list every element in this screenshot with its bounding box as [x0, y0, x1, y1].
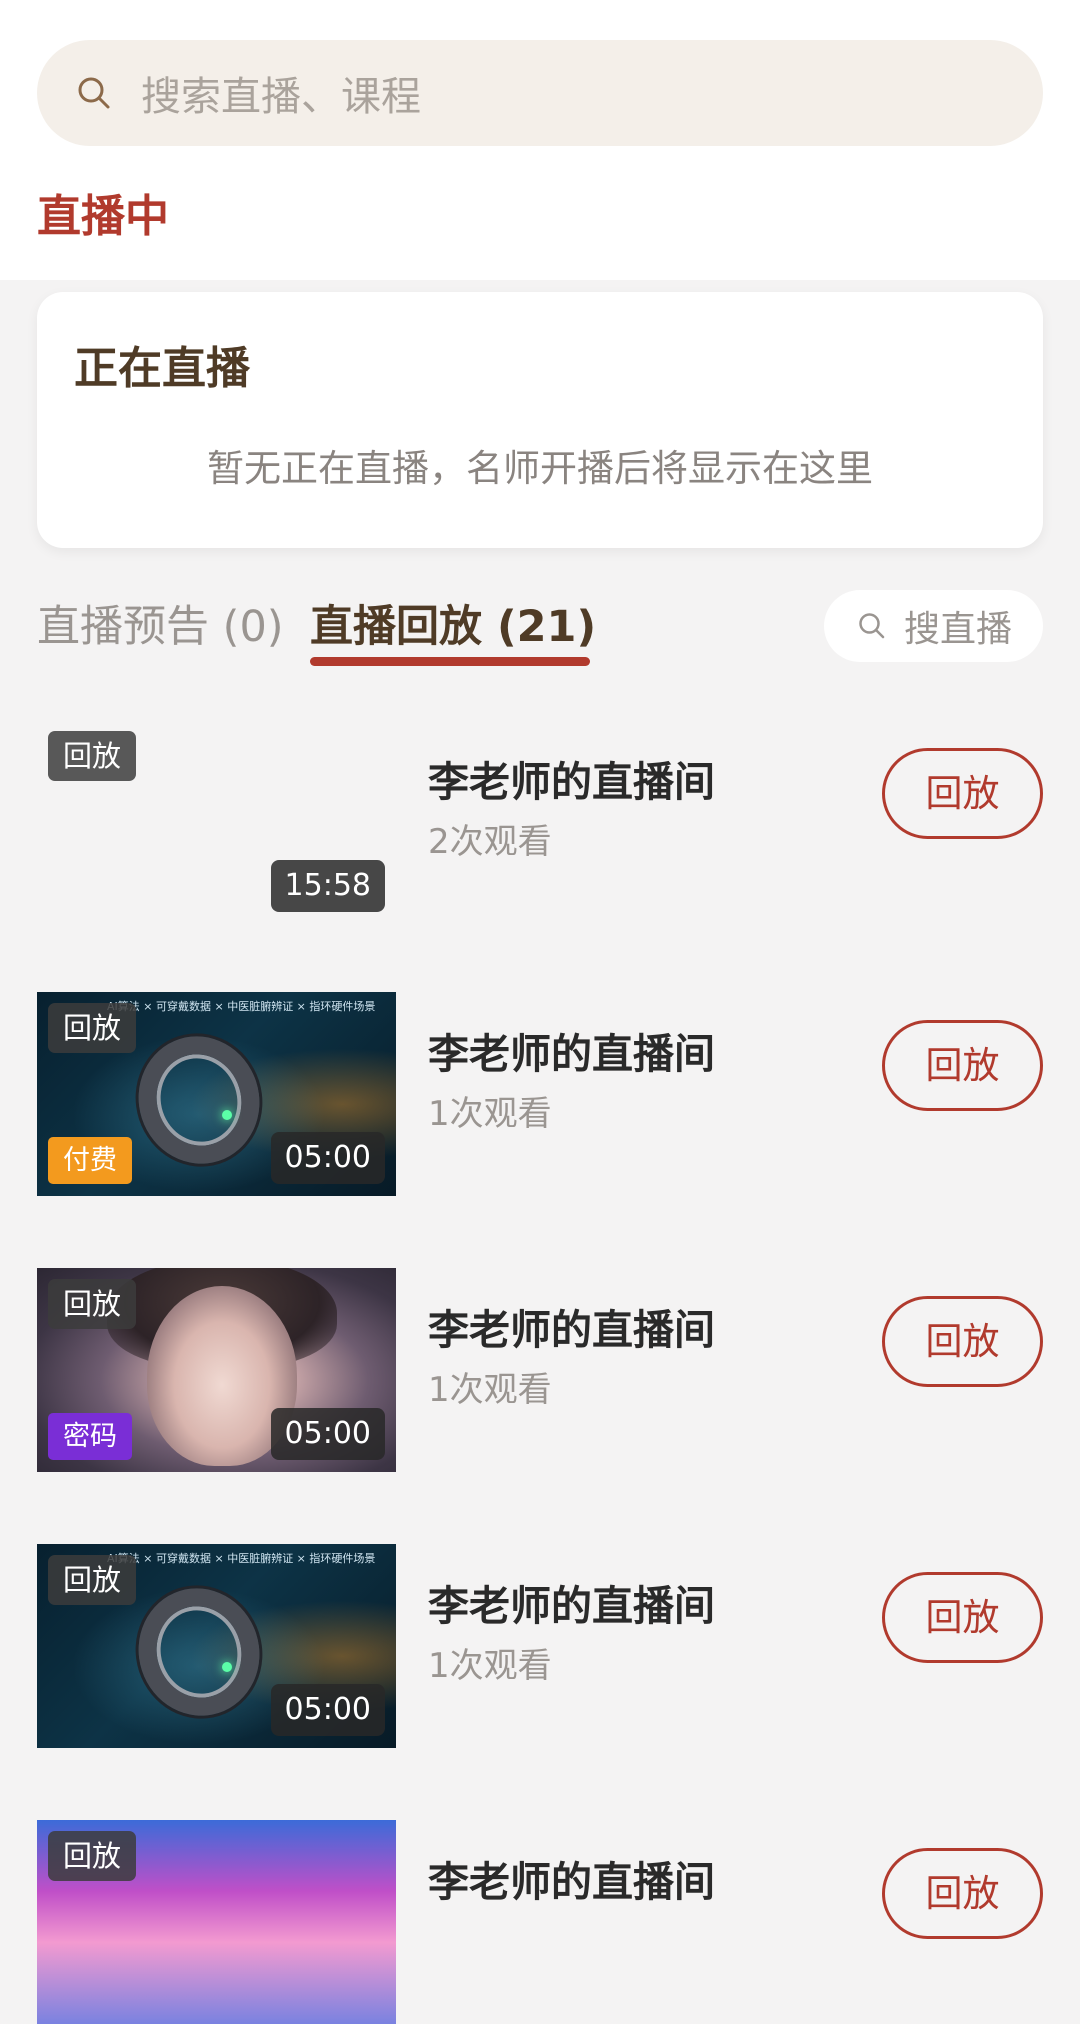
password-badge: 密码	[48, 1413, 132, 1460]
replay-button[interactable]: 回放	[882, 1296, 1043, 1387]
ring-image	[122, 1572, 276, 1732]
replay-button[interactable]: 回放	[882, 1020, 1043, 1111]
replay-title[interactable]: 李老师的直播间	[428, 1296, 715, 1356]
duration-badge: 15:58	[270, 860, 385, 912]
search-bar[interactable]: 搜索直播、课程	[37, 40, 1043, 146]
live-now-empty-text: 暂无正在直播，名师开播后将显示在这里	[207, 447, 873, 490]
view-count: 1次观看	[428, 1094, 552, 1134]
search-icon	[78, 77, 110, 109]
view-count: 2次观看	[428, 822, 552, 862]
replay-thumbnail[interactable]: AI算法 × 可穿戴数据 × 中医脏腑辨证 × 指环硬件场景 回放付费 05:00	[37, 992, 396, 1196]
active-tab-indicator	[310, 657, 590, 666]
replay-title[interactable]: 李老师的直播间	[428, 1848, 715, 1908]
search-placeholder: 搜索直播、课程	[141, 74, 421, 120]
thumbnail-caption: AI算法 × 可穿戴数据 × 中医脏腑辨证 × 指环硬件场景	[107, 1000, 376, 1013]
replay-item[interactable]: AI算法 × 可穿戴数据 × 中医脏腑辨证 × 指环硬件场景 回放 付费 05:00 李…	[0, 992, 1080, 1196]
replay-badge: 回放	[48, 1003, 137, 1053]
replay-badge: 回放	[48, 1831, 137, 1881]
duration-badge: 05:00	[270, 1408, 385, 1460]
paid-badge: 付费	[48, 1137, 132, 1184]
search-live-button[interactable]: 搜直播	[824, 590, 1043, 662]
replay-button[interactable]: 回放	[882, 748, 1043, 839]
replay-badge: 回放	[48, 1555, 137, 1605]
replay-item[interactable]: 回放密码 05:00 李老师的直播间 1次观看 回放	[0, 1268, 1080, 1472]
replay-title[interactable]: 李老师的直播间	[428, 1020, 715, 1080]
view-count: 1次观看	[428, 1646, 552, 1686]
tab-live-replay[interactable]: 直播回放 (21)	[310, 592, 596, 654]
top-header: 搜索直播、课程 直播中	[0, 0, 1080, 280]
search-icon	[859, 613, 885, 639]
replay-thumbnail[interactable]: AI算法 × 可穿戴数据 × 中医脏腑辨证 × 指环硬件场景 回放 05:00	[37, 1544, 396, 1748]
section-title-live: 直播中	[37, 191, 169, 242]
live-now-title: 正在直播	[74, 343, 250, 394]
replay-badge: 回放	[48, 731, 137, 781]
replay-button[interactable]: 回放	[882, 1848, 1043, 1939]
tab-live-preview[interactable]: 直播预告 (0)	[37, 592, 284, 654]
replay-button[interactable]: 回放	[882, 1572, 1043, 1663]
replay-badge: 回放	[48, 1279, 137, 1329]
replay-title[interactable]: 李老师的直播间	[428, 1572, 715, 1632]
replay-item[interactable]: 回放 15:58 李老师的直播间 2次观看 回放	[0, 720, 1080, 924]
replay-thumbnail[interactable]: 回放 15:58	[37, 720, 396, 924]
search-live-label: 搜直播	[904, 609, 1013, 650]
thumbnail-caption: AI算法 × 可穿戴数据 × 中医脏腑辨证 × 指环硬件场景	[107, 1552, 376, 1565]
ring-led	[222, 1110, 232, 1120]
replay-thumbnail[interactable]: 回放	[37, 1820, 396, 2024]
view-count: 1次观看	[428, 1370, 552, 1410]
replay-item[interactable]: AI算法 × 可穿戴数据 × 中医脏腑辨证 × 指环硬件场景 回放 05:00 李老师…	[0, 1544, 1080, 1748]
replay-item[interactable]: 回放 李老师的直播间 回放	[0, 1820, 1080, 2024]
replay-title[interactable]: 李老师的直播间	[428, 748, 715, 808]
duration-badge: 05:00	[270, 1132, 385, 1184]
ring-image	[122, 1020, 276, 1180]
ring-led	[222, 1662, 232, 1672]
replay-thumbnail[interactable]: 回放密码 05:00	[37, 1268, 396, 1472]
duration-badge: 05:00	[270, 1684, 385, 1736]
live-now-card: 正在直播 暂无正在直播，名师开播后将显示在这里	[37, 292, 1043, 548]
